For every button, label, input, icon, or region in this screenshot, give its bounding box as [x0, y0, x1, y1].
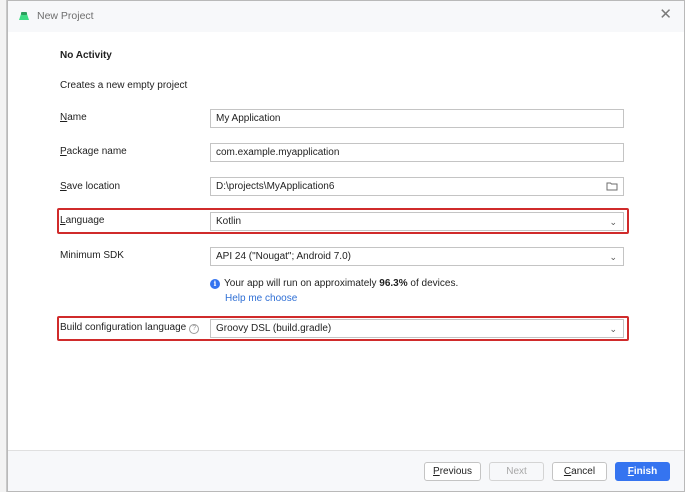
- next-button[interactable]: Next: [489, 462, 544, 481]
- previous-button[interactable]: Previous: [424, 462, 481, 481]
- save-location-label-rest: ave location: [66, 181, 121, 192]
- folder-icon[interactable]: [606, 180, 618, 192]
- background-ide-edge: [0, 0, 7, 492]
- name-field[interactable]: My Application: [210, 109, 624, 128]
- build-lang-value: Groovy DSL (build.gradle): [216, 323, 332, 334]
- package-label-rest: ackage name: [66, 146, 127, 157]
- package-label-mnemonic: P: [60, 146, 67, 157]
- build-lang-label-text: Build configuration language: [60, 322, 187, 333]
- finish-label-rest: inish: [633, 466, 658, 477]
- title-bar: New Project ✕: [8, 1, 684, 32]
- language-label: Language: [60, 215, 105, 226]
- info-icon: i: [210, 278, 220, 289]
- min-sdk-select[interactable]: API 24 ("Nougat"; Android 7.0) ⌄: [210, 247, 624, 266]
- package-value: com.example.myapplication: [216, 147, 340, 158]
- min-sdk-value: API 24 ("Nougat"; Android 7.0): [216, 251, 351, 262]
- min-sdk-label: Minimum SDK: [60, 250, 124, 261]
- save-location-value: D:\projects\MyApplication6: [216, 181, 335, 192]
- template-heading: No Activity: [60, 50, 112, 61]
- name-label: Name: [60, 112, 87, 123]
- cancel-label-rest: ancel: [571, 466, 596, 477]
- help-question-icon[interactable]: ?: [189, 324, 200, 334]
- name-value: My Application: [216, 113, 281, 124]
- name-label-rest: ame: [67, 112, 87, 123]
- save-location-field[interactable]: D:\projects\MyApplication6: [210, 177, 624, 196]
- language-label-rest: anguage: [65, 215, 105, 226]
- chevron-down-icon: ⌄: [609, 324, 617, 334]
- android-studio-icon: [19, 12, 29, 20]
- language-value: Kotlin: [216, 216, 242, 227]
- template-description: Creates a new empty project: [60, 80, 188, 91]
- package-label: Package name: [60, 146, 127, 157]
- sdk-info-prefix: Your app will run on approximately: [224, 278, 380, 289]
- finish-button[interactable]: Finish: [615, 462, 670, 481]
- close-icon[interactable]: ✕: [659, 7, 672, 22]
- chevron-down-icon: ⌄: [609, 217, 617, 227]
- new-project-dialog: New Project ✕ No Activity Creates a new …: [7, 0, 685, 492]
- previous-mnemonic: P: [433, 466, 440, 477]
- sdk-info: i Your app will run on approximately 96.…: [210, 278, 458, 289]
- content-panel: No Activity Creates a new empty project …: [8, 32, 684, 450]
- window-title: New Project: [37, 10, 94, 22]
- save-location-label: Save location: [60, 181, 120, 192]
- package-field[interactable]: com.example.myapplication: [210, 143, 624, 162]
- previous-label-rest: revious: [439, 466, 472, 477]
- help-me-choose-link[interactable]: Help me choose: [225, 293, 297, 304]
- language-select[interactable]: Kotlin ⌄: [210, 212, 624, 231]
- build-lang-select[interactable]: Groovy DSL (build.gradle) ⌄: [210, 319, 624, 338]
- cancel-button[interactable]: Cancel: [552, 462, 607, 481]
- save-location-label-mnemonic: S: [60, 181, 67, 192]
- build-lang-label: Build configuration language?: [60, 322, 200, 334]
- button-bar: Previous Next Cancel Finish: [8, 450, 684, 491]
- sdk-info-suffix: of devices.: [407, 278, 459, 289]
- chevron-down-icon: ⌄: [609, 252, 617, 262]
- sdk-info-percent: 96.3%: [379, 278, 408, 289]
